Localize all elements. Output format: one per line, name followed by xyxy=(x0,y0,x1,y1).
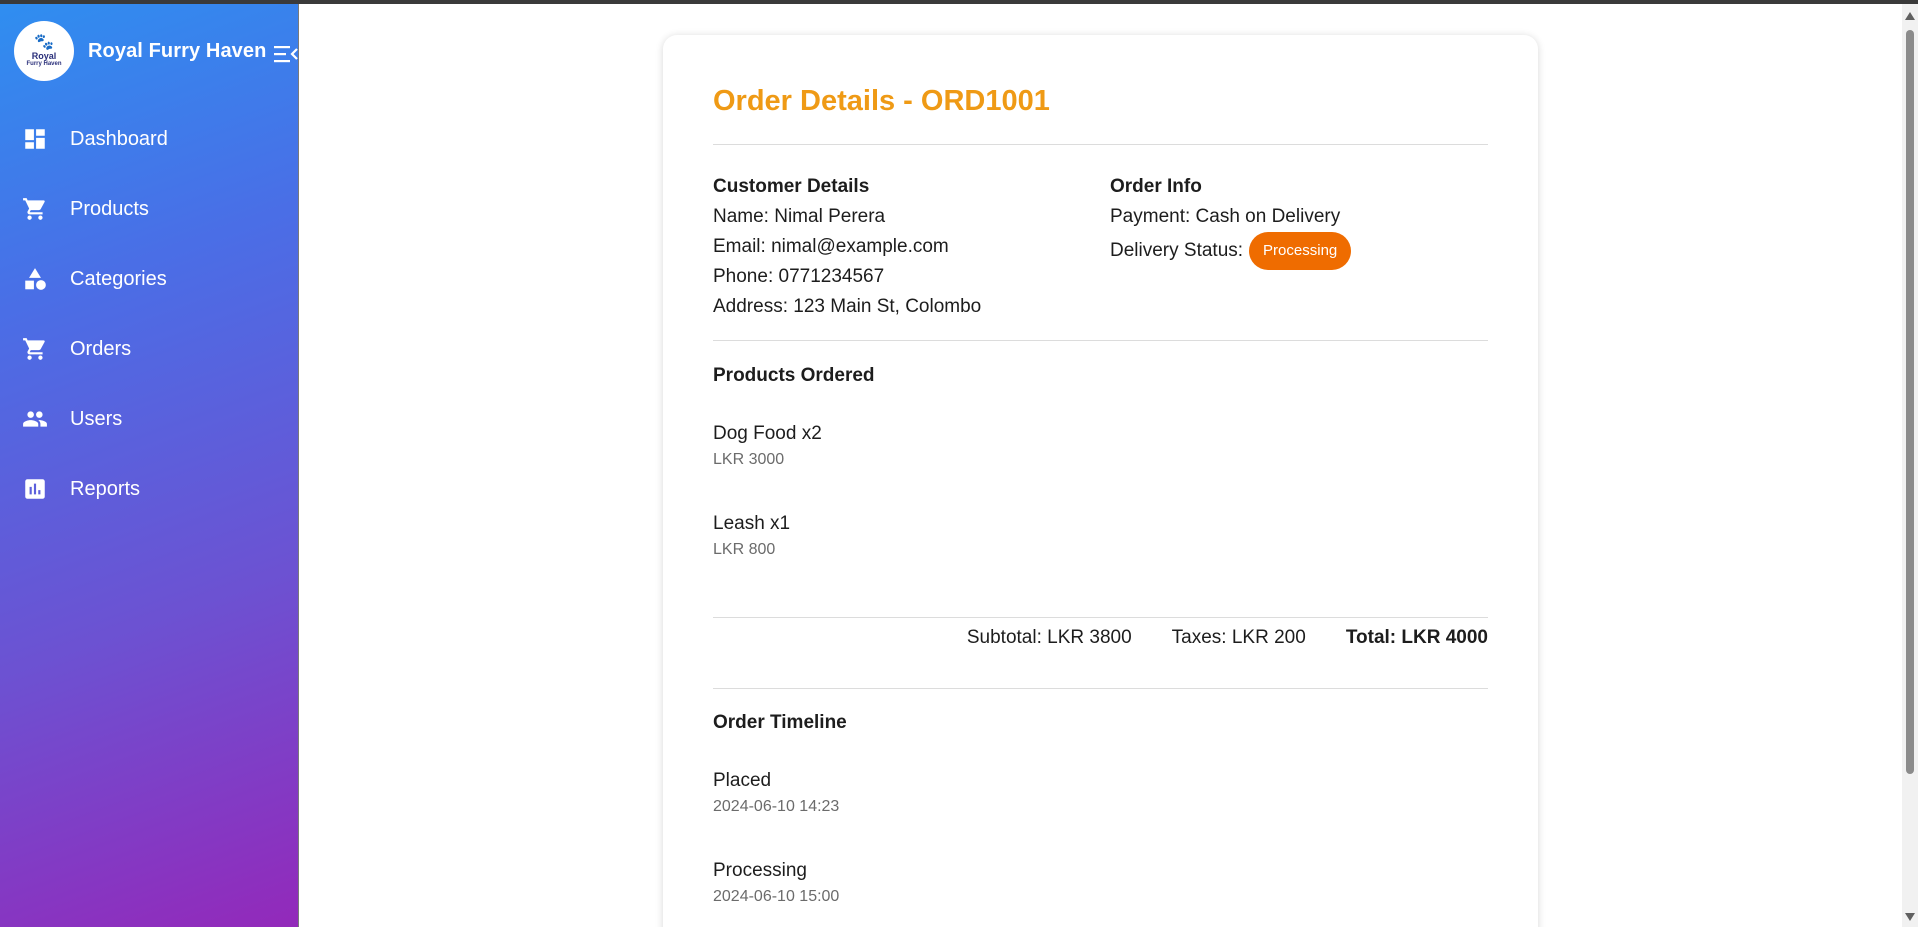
scroll-down-arrow-icon[interactable] xyxy=(1905,913,1915,921)
product-price: LKR 800 xyxy=(713,541,776,558)
list-item: Leash x1 LKR 800 xyxy=(713,510,1488,562)
category-icon xyxy=(25,268,46,290)
cart-icon xyxy=(23,338,45,360)
customer-details-heading: Customer Details xyxy=(713,176,870,197)
product-name: Leash x1 xyxy=(713,513,791,534)
menu-collapse-icon[interactable] xyxy=(274,44,298,64)
sidebar-item-dashboard[interactable]: Dashboard xyxy=(0,104,298,174)
timeline-status: Placed xyxy=(713,770,772,791)
sidebar-item-categories[interactable]: Categories xyxy=(0,244,298,314)
order-timeline: Order Timeline Placed 2024-06-10 14:23 P… xyxy=(713,708,1488,909)
customer-phone: Phone: 0771234567 xyxy=(713,266,885,287)
dashboard-icon xyxy=(25,129,45,149)
order-totals: Subtotal: LKR 3800 Taxes: LKR 200 Total:… xyxy=(713,627,1488,649)
scroll-up-arrow-icon[interactable] xyxy=(1905,12,1915,20)
sidebar-item-products[interactable]: Products xyxy=(0,174,298,244)
sidebar-nav: Dashboard Products Categories Orders Use… xyxy=(0,104,298,524)
sidebar-item-label: Users xyxy=(70,407,123,430)
delivery-status-label: Delivery Status: xyxy=(1110,240,1244,261)
timeline-item: Processing 2024-06-10 15:00 xyxy=(713,857,1488,909)
logo: 🐾 Royal Furry Haven xyxy=(14,21,74,81)
brand-name: Royal Furry Haven xyxy=(88,39,267,62)
sidebar-item-users[interactable]: Users xyxy=(0,384,298,454)
products-ordered-heading: Products Ordered xyxy=(713,365,875,386)
paw-crown-icon: 🐾 xyxy=(34,34,54,51)
sidebar-item-label: Categories xyxy=(70,267,167,290)
scrollbar-thumb[interactable] xyxy=(1906,30,1914,774)
order-info: Order Info Payment: Cash on Delivery Del… xyxy=(1110,172,1490,270)
customer-email: Email: nimal@example.com xyxy=(713,236,949,257)
delivery-status-row: Delivery Status: Processing xyxy=(1110,232,1490,270)
timeline-status: Processing xyxy=(713,860,807,881)
subtotal: Subtotal: LKR 3800 xyxy=(966,627,1132,648)
product-name: Dog Food x2 xyxy=(713,423,822,444)
cart-icon xyxy=(23,198,45,220)
sidebar-item-label: Reports xyxy=(70,477,141,500)
customer-name: Name: Nimal Perera xyxy=(713,206,886,227)
sidebar-item-reports[interactable]: Reports xyxy=(0,454,298,524)
sidebar-item-label: Dashboard xyxy=(70,127,168,150)
people-icon xyxy=(23,411,47,427)
list-item: Dog Food x2 LKR 3000 xyxy=(713,420,1488,472)
divider xyxy=(713,144,1488,145)
logo-text-line2: Furry Haven xyxy=(26,61,62,67)
page-title: Order Details - ORD1001 xyxy=(713,85,1050,117)
timeline-item: Placed 2024-06-10 14:23 xyxy=(713,767,1488,819)
logo-text-line1: Royal xyxy=(31,51,57,61)
payment-method: Payment: Cash on Delivery xyxy=(1110,206,1341,227)
order-details-card: Order Details - ORD1001 Customer Details… xyxy=(663,35,1538,927)
sidebar: 🐾 Royal Furry Haven Royal Furry Haven Da… xyxy=(0,4,299,927)
page-scrollbar[interactable] xyxy=(1902,4,1918,927)
sidebar-item-orders[interactable]: Orders xyxy=(0,314,298,384)
divider xyxy=(713,340,1488,341)
grand-total: Total: LKR 4000 xyxy=(1345,627,1488,648)
divider xyxy=(713,617,1488,618)
timeline-time: 2024-06-10 14:23 xyxy=(713,798,840,815)
brand[interactable]: 🐾 Royal Furry Haven Royal Furry Haven xyxy=(14,21,266,81)
bar-chart-icon xyxy=(25,479,45,499)
sidebar-item-label: Products xyxy=(70,197,149,220)
timeline-time: 2024-06-10 15:00 xyxy=(713,888,840,905)
divider xyxy=(713,688,1488,689)
status-badge: Processing xyxy=(1249,232,1352,270)
customer-address: Address: 123 Main St, Colombo xyxy=(713,296,982,317)
taxes: Taxes: LKR 200 xyxy=(1171,627,1306,648)
customer-details: Customer Details Name: Nimal Perera Emai… xyxy=(713,172,1093,322)
products-ordered: Products Ordered Dog Food x2 LKR 3000 Le… xyxy=(713,361,1488,562)
product-price: LKR 3000 xyxy=(713,451,785,468)
sidebar-item-label: Orders xyxy=(70,337,132,360)
order-timeline-heading: Order Timeline xyxy=(713,712,847,733)
order-info-heading: Order Info xyxy=(1110,176,1202,197)
